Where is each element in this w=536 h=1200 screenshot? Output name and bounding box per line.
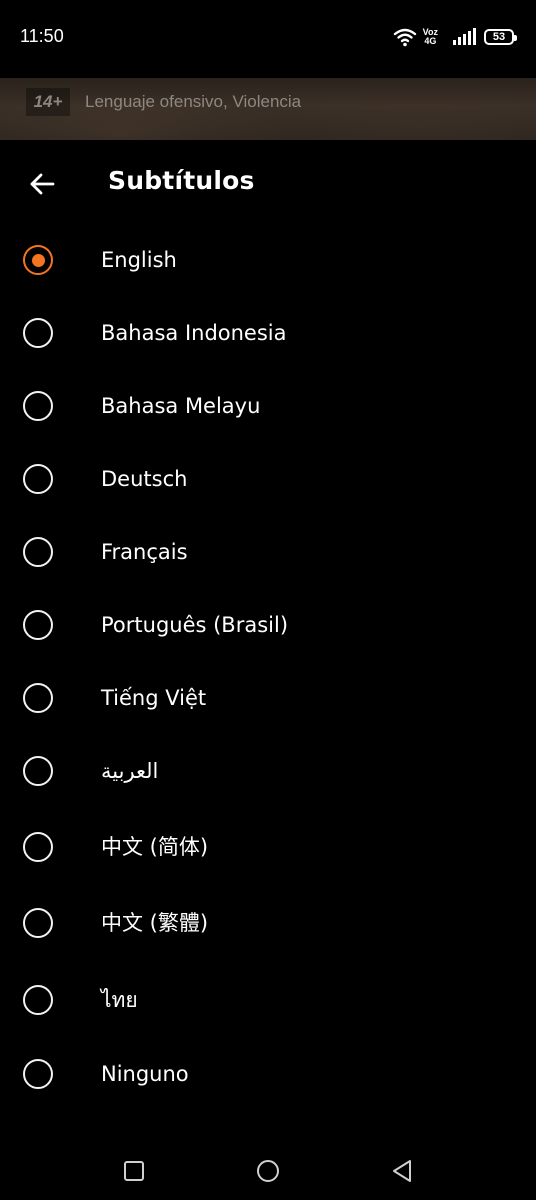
option-label: Tiếng Việt	[101, 686, 207, 710]
option-label: Bahasa Indonesia	[101, 321, 287, 345]
network-type-indicator: Voz 4G	[423, 28, 438, 46]
status-bar: 11:50 Voz 4G 53	[0, 0, 536, 78]
subtitle-option-english[interactable]: English	[0, 224, 536, 296]
radio-unselected-icon[interactable]	[23, 908, 53, 938]
radio-unselected-icon[interactable]	[23, 610, 53, 640]
subtitle-option-portugues-brasil[interactable]: Português (Brasil)	[0, 589, 536, 661]
status-time: 11:50	[20, 26, 64, 46]
radio-unselected-icon[interactable]	[23, 537, 53, 567]
option-label: Français	[101, 540, 188, 564]
wifi-icon	[393, 28, 416, 47]
page-title: Subtítulos	[108, 166, 255, 195]
option-label: العربية	[101, 759, 159, 783]
radio-selected-icon[interactable]	[23, 245, 53, 275]
subtitle-option-tieng-viet[interactable]: Tiếng Việt	[0, 662, 536, 734]
system-nav-bar	[0, 1140, 536, 1200]
content-rating-banner: 14+ Lenguaje ofensivo, Violencia	[0, 78, 536, 140]
square-recents-icon	[124, 1161, 144, 1181]
radio-unselected-icon[interactable]	[23, 832, 53, 862]
network-gen-label: 4G	[424, 36, 437, 46]
radio-unselected-icon[interactable]	[23, 756, 53, 786]
subtitle-option-deutsch[interactable]: Deutsch	[0, 443, 536, 515]
subtitle-option-bahasa-melayu[interactable]: Bahasa Melayu	[0, 370, 536, 442]
status-icons: Voz 4G 53	[393, 26, 517, 48]
home-button[interactable]	[248, 1156, 288, 1186]
age-rating-badge: 14+	[26, 88, 70, 116]
option-label: Bahasa Melayu	[101, 394, 261, 418]
radio-unselected-icon[interactable]	[23, 464, 53, 494]
radio-unselected-icon[interactable]	[23, 391, 53, 421]
back-button[interactable]	[18, 162, 66, 206]
radio-unselected-icon[interactable]	[23, 985, 53, 1015]
subtitle-option-chinese-simplified[interactable]: 中文 (简体)	[0, 811, 536, 883]
subtitle-option-thai[interactable]: ไทย	[0, 964, 536, 1036]
subtitle-option-bahasa-indonesia[interactable]: Bahasa Indonesia	[0, 297, 536, 369]
subtitle-option-none[interactable]: Ninguno	[0, 1038, 536, 1110]
radio-unselected-icon[interactable]	[23, 683, 53, 713]
option-label: 中文 (繁體)	[101, 911, 209, 935]
recents-button[interactable]	[114, 1156, 154, 1186]
option-label: 中文 (简体)	[101, 835, 209, 859]
radio-unselected-icon[interactable]	[23, 1059, 53, 1089]
subtitle-option-francais[interactable]: Français	[0, 516, 536, 588]
option-label: ไทย	[101, 988, 138, 1012]
subtitles-header: Subtítulos	[0, 140, 536, 228]
circle-home-icon	[257, 1160, 279, 1182]
option-label: Ninguno	[101, 1062, 189, 1086]
subtitle-option-arabic[interactable]: العربية	[0, 735, 536, 807]
radio-unselected-icon[interactable]	[23, 318, 53, 348]
battery-level: 53	[492, 31, 506, 43]
rating-descriptors: Lenguaje ofensivo, Violencia	[85, 92, 302, 111]
signal-icon	[453, 28, 476, 45]
battery-icon: 53	[484, 29, 517, 45]
subtitles-screen: 11:50 Voz 4G 53 14+ Lenguaje ofensivo, V…	[0, 0, 536, 1200]
system-back-button[interactable]	[382, 1156, 422, 1186]
triangle-back-icon	[393, 1160, 411, 1182]
option-label: Português (Brasil)	[101, 613, 289, 637]
arrow-left-icon	[30, 173, 55, 195]
option-label: English	[101, 248, 177, 272]
option-label: Deutsch	[101, 467, 188, 491]
subtitle-option-chinese-traditional[interactable]: 中文 (繁體)	[0, 887, 536, 959]
